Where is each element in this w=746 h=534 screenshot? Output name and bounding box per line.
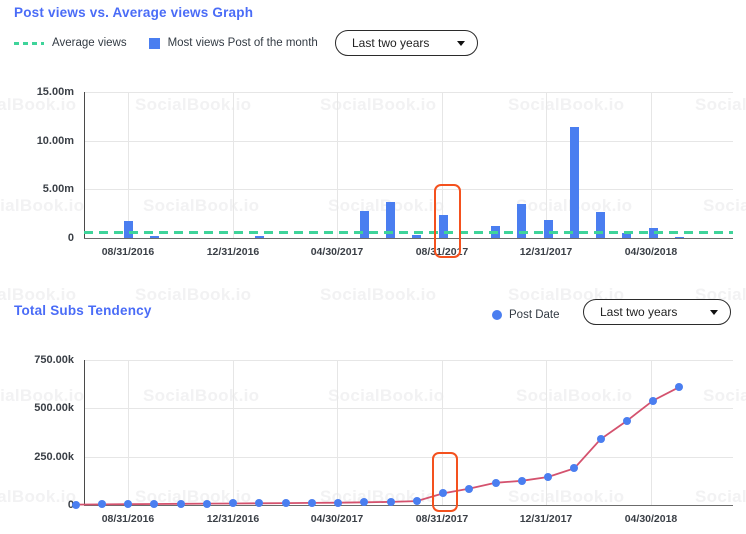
watermark-text: SocialBook.io [320, 285, 437, 304]
data-point[interactable] [649, 396, 657, 405]
x-axis-tick-label: 12/31/2016 [206, 246, 260, 258]
x-axis-tick-label: 08/31/2016 [101, 246, 155, 258]
page-title-total-subs: Total Subs Tendency [14, 303, 152, 318]
bar[interactable] [596, 212, 605, 238]
x-axis-tick-label: 12/31/2017 [519, 246, 573, 258]
y-axis-tick-label: 500.00k [34, 402, 74, 415]
y-axis-tick-label: 750.00k [34, 354, 74, 366]
y-axis-tick-label: 15.00m [36, 86, 74, 98]
date-range-dropdown-post-views[interactable]: Last two years [335, 30, 478, 56]
gridline-horizontal [84, 189, 733, 191]
data-point[interactable] [307, 498, 316, 507]
bar[interactable] [412, 235, 422, 238]
y-axis-tick-label: 250.00k [34, 450, 74, 463]
gridline-vertical [546, 92, 547, 238]
x-axis-line [84, 238, 733, 240]
gridline-horizontal [84, 140, 733, 142]
watermark-text: SocialBook.io [0, 285, 77, 304]
data-point[interactable] [97, 500, 106, 509]
bar[interactable] [543, 220, 553, 238]
gridline-vertical [337, 92, 338, 238]
x-axis-tick-label: 12/31/2017 [519, 513, 573, 525]
legend-post-views: Average views Most views Post of the mon… [14, 31, 340, 55]
y-axis-tick-label: 10.00m [36, 134, 74, 147]
y-axis-tick-label: 5.00m [42, 183, 74, 196]
gridline-horizontal [84, 360, 733, 361]
data-point[interactable] [570, 464, 579, 473]
data-point[interactable] [255, 499, 264, 508]
gridline-vertical [128, 92, 129, 238]
data-point[interactable] [517, 476, 526, 485]
subs-trend-line [75, 386, 680, 506]
legend-item-average-views[interactable]: Average views [14, 37, 127, 49]
data-point[interactable] [281, 499, 290, 508]
data-point[interactable] [465, 484, 474, 493]
gridline-vertical [546, 360, 547, 505]
date-range-dropdown-total-subs[interactable]: Last two years [583, 299, 731, 325]
total-subs-line-chart[interactable]: 0250.00k500.00k750.00k08/31/201612/31/20… [0, 348, 746, 534]
legend-label-most-views-post: Most views Post of the month [167, 37, 318, 49]
bar[interactable] [674, 236, 684, 238]
y-axis-tick-label: 0 [67, 232, 74, 244]
data-point[interactable] [675, 383, 684, 392]
bar[interactable] [622, 233, 632, 238]
gridline-vertical [651, 360, 652, 505]
data-point[interactable] [386, 497, 395, 506]
x-axis-tick-label: 08/31/2017 [415, 513, 469, 525]
data-point[interactable] [491, 478, 500, 487]
date-range-dropdown-label: Last two years [352, 36, 430, 50]
watermark-text: SocialBook.io [135, 285, 252, 304]
gridline-vertical [337, 360, 338, 505]
data-point[interactable] [412, 497, 421, 506]
bar[interactable] [359, 210, 369, 238]
highlight-box [434, 184, 461, 258]
data-point[interactable] [71, 500, 80, 509]
x-axis-tick-label: 12/31/2016 [206, 513, 260, 525]
data-point[interactable] [150, 500, 159, 509]
x-axis-tick-label: 04/30/2018 [624, 513, 678, 525]
dashed-line-icon [14, 41, 44, 45]
data-point[interactable] [202, 499, 211, 508]
analytics-charts-page: SocialBook.ioSocialBook.ioSocialBook.ioS… [0, 0, 746, 534]
legend-total-subs: Post Date [492, 303, 582, 327]
gridline-vertical [128, 360, 129, 505]
gridline-vertical [233, 360, 234, 505]
data-point[interactable] [334, 498, 342, 507]
gridline-horizontal [84, 92, 733, 93]
bar[interactable] [569, 127, 579, 238]
legend-item-most-views-post[interactable]: Most views Post of the month [148, 37, 318, 49]
data-point[interactable] [596, 435, 605, 444]
y-axis-line [84, 360, 86, 506]
x-axis-tick-label: 08/31/2016 [101, 513, 155, 525]
data-point[interactable] [622, 416, 631, 425]
legend-label-average-views: Average views [52, 37, 127, 49]
average-views-line [84, 230, 733, 234]
square-swatch-icon [148, 37, 160, 49]
chevron-down-icon [457, 40, 465, 46]
legend-item-post-date[interactable]: Post Date [492, 309, 560, 321]
bar[interactable] [149, 236, 159, 238]
x-axis-tick-label: 04/30/2017 [310, 246, 364, 258]
data-point[interactable] [124, 500, 132, 509]
x-axis-tick-label: 04/30/2017 [310, 513, 364, 525]
chevron-down-icon [710, 309, 718, 315]
date-range-dropdown-label-2: Last two years [600, 305, 678, 319]
gridline-horizontal [84, 456, 733, 458]
y-axis-line [84, 92, 86, 239]
x-axis-tick-label: 04/30/2018 [624, 246, 678, 258]
data-point[interactable] [360, 498, 369, 507]
data-point[interactable] [544, 472, 552, 481]
legend-label-post-date: Post Date [509, 309, 560, 321]
page-title-post-views: Post views vs. Average views Graph [14, 5, 254, 20]
gridline-vertical [233, 92, 234, 238]
gridline-horizontal [84, 408, 733, 410]
gridline-vertical [651, 92, 652, 238]
dot-swatch-icon [492, 310, 502, 320]
bar[interactable] [254, 236, 264, 238]
data-point[interactable] [229, 499, 237, 508]
data-point[interactable] [176, 499, 185, 508]
post-views-bar-chart[interactable]: 0 5.00m 10.00m 15.00m 08/31/2016 12/31/2016 04… [0, 82, 746, 262]
highlight-box [432, 452, 458, 512]
